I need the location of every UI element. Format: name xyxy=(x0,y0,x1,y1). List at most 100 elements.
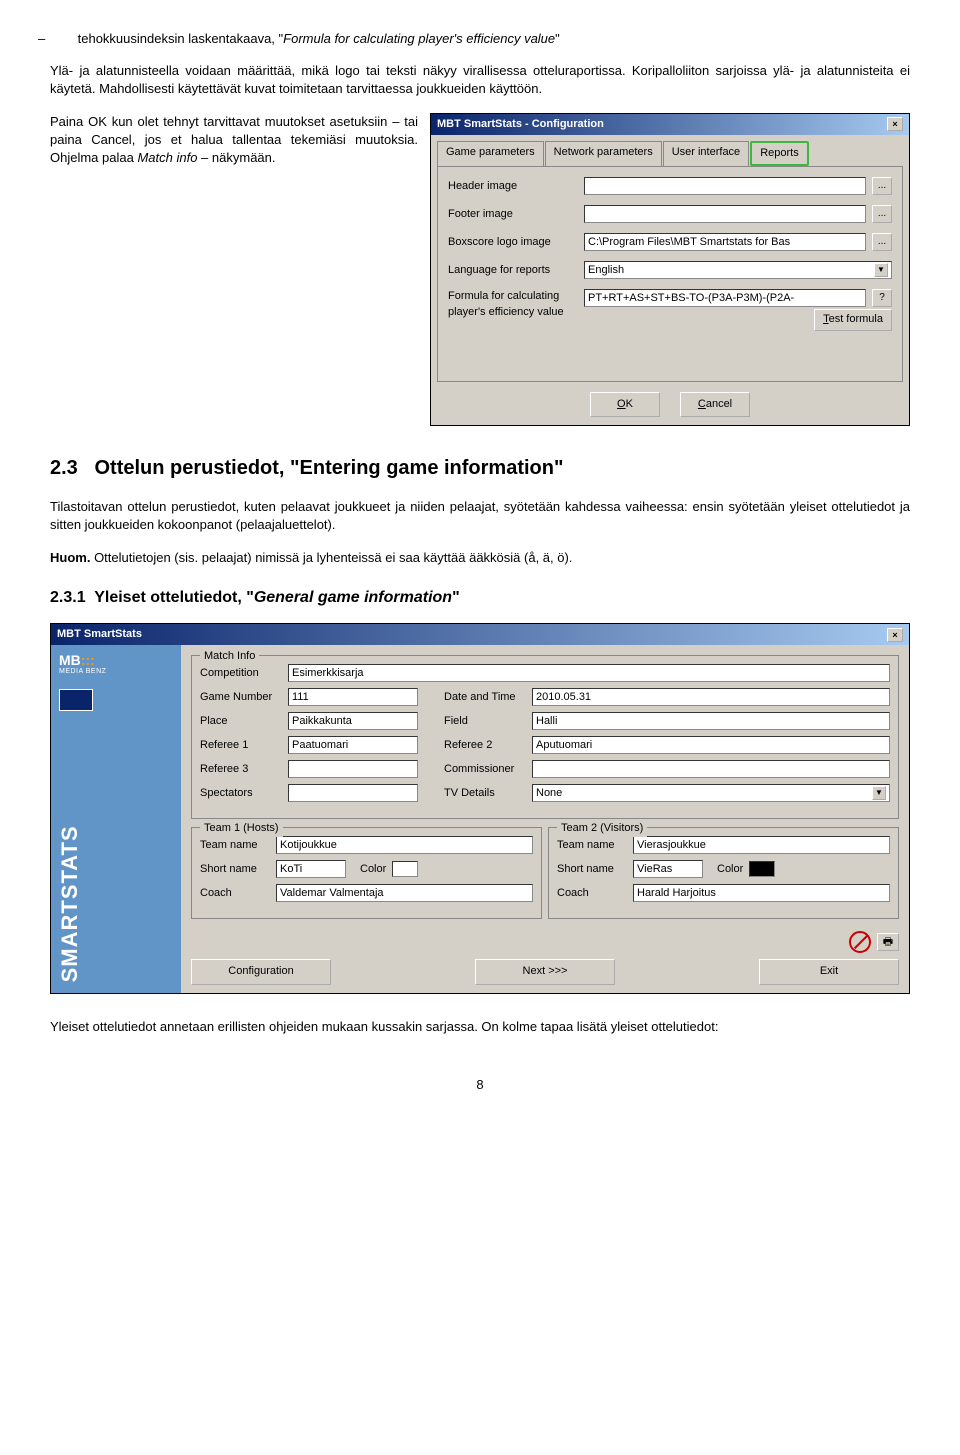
formula-input[interactable] xyxy=(584,289,866,307)
ok-button[interactable]: OK xyxy=(590,392,660,417)
referee1-label: Referee 1 xyxy=(200,738,282,753)
paragraph-2: Paina OK kun olet tehnyt tarvittavat muu… xyxy=(50,113,418,168)
referee1-input[interactable] xyxy=(288,736,418,754)
cancel-button[interactable]: Cancel xyxy=(680,392,750,417)
team2-name-input[interactable] xyxy=(633,836,890,854)
paragraph-4: Yleiset ottelutiedot annetaan erillisten… xyxy=(50,1018,910,1036)
referee3-input[interactable] xyxy=(288,760,418,778)
exit-button[interactable]: Exit xyxy=(759,959,899,984)
titlebar: MBT SmartStats × xyxy=(51,624,909,645)
language-select-value: English xyxy=(588,263,624,278)
section-heading-2-3-1: 2.3.1 Yleiset ottelutiedot, "General gam… xyxy=(50,587,910,609)
header-image-label: Header image xyxy=(448,179,578,194)
match-info-legend: Match Info xyxy=(200,649,259,664)
paragraph-2b: Match info – xyxy=(137,150,208,165)
boxscore-image-label: Boxscore logo image xyxy=(448,235,578,250)
tv-details-select[interactable]: None ▼ xyxy=(532,784,890,802)
note-label: Huom. xyxy=(50,550,90,565)
next-button[interactable]: Next >>> xyxy=(475,959,615,984)
dialog-main: Match Info Competition Game Number Date … xyxy=(181,645,909,992)
footer-image-input[interactable] xyxy=(584,205,866,223)
team2-coach-label: Coach xyxy=(557,886,627,901)
sidebar-vertical-text: SMARTSTATS xyxy=(55,735,86,982)
tab-user-interface[interactable]: User interface xyxy=(663,141,749,166)
team1-name-input[interactable] xyxy=(276,836,533,854)
team2-name-label: Team name xyxy=(557,838,627,853)
team2-legend: Team 2 (Visitors) xyxy=(557,821,647,836)
footer-image-browse-button[interactable]: ... xyxy=(872,205,892,223)
close-icon[interactable]: × xyxy=(887,117,903,131)
team2-short-label: Short name xyxy=(557,862,627,877)
paragraph-1: Ylä- ja alatunnisteella voidaan määrittä… xyxy=(50,62,910,98)
tab-network-parameters[interactable]: Network parameters xyxy=(545,141,662,166)
team1-coach-input[interactable] xyxy=(276,884,533,902)
commissioner-label: Commissioner xyxy=(444,762,526,777)
team1-short-label: Short name xyxy=(200,862,270,877)
bullet-text-italic: Formula for calculating player's efficie… xyxy=(283,31,555,46)
formula-help-button[interactable]: ? xyxy=(872,289,892,307)
team1-color-swatch[interactable] xyxy=(392,861,418,877)
titlebar: MBT SmartStats - Configuration × xyxy=(431,114,909,135)
configuration-button[interactable]: Configuration xyxy=(191,959,331,984)
tab-strip: Game parameters Network parameters User … xyxy=(437,141,903,166)
tab-reports[interactable]: Reports xyxy=(750,141,809,166)
game-number-label: Game Number xyxy=(200,690,282,705)
team1-short-input[interactable] xyxy=(276,860,346,878)
dash-marker: – xyxy=(56,30,74,48)
sidebar-vtxt-main: SMARTSTATS xyxy=(57,826,82,983)
section-number: 2.3 xyxy=(50,457,78,479)
competition-input[interactable] xyxy=(288,664,890,682)
footer-image-label: Footer image xyxy=(448,207,578,222)
team2-coach-input[interactable] xyxy=(633,884,890,902)
language-select[interactable]: English ▼ xyxy=(584,261,892,279)
boxscore-image-browse-button[interactable]: ... xyxy=(872,233,892,251)
bullet-text-plain-end: " xyxy=(555,31,560,46)
formula-label: Formula for calculating player's efficie… xyxy=(448,289,578,320)
date-time-input[interactable] xyxy=(532,688,890,706)
team2-color-swatch[interactable] xyxy=(749,861,775,877)
team2-short-input[interactable] xyxy=(633,860,703,878)
dialog-title: MBT SmartStats - Configuration xyxy=(437,117,604,132)
bullet-item: – tehokkuusindeksin laskentakaava, "Form… xyxy=(50,30,910,48)
mb-subtext: MEDIA BENZ xyxy=(59,667,106,677)
paragraph-2c: näkymään. xyxy=(212,150,276,165)
tv-details-value: None xyxy=(536,786,562,801)
paragraph-3: Tilastoitavan ottelun perustiedot, kuten… xyxy=(50,498,910,534)
page-number: 8 xyxy=(50,1076,910,1094)
team1-color-label: Color xyxy=(360,862,386,877)
tv-details-label: TV Details xyxy=(444,786,526,801)
referee2-input[interactable] xyxy=(532,736,890,754)
printer-icon[interactable]: 🖶 xyxy=(877,933,899,951)
section-heading-2-3: 2.3 Ottelun perustiedot, "Entering game … xyxy=(50,454,910,482)
note-paragraph: Huom. Ottelutietojen (sis. pelaajat) nim… xyxy=(50,549,910,567)
spectators-input[interactable] xyxy=(288,784,418,802)
commissioner-input[interactable] xyxy=(532,760,890,778)
chevron-down-icon: ▼ xyxy=(872,786,886,800)
header-image-browse-button[interactable]: ... xyxy=(872,177,892,195)
team2-color-label: Color xyxy=(717,862,743,877)
subsection-title-italic: General game information xyxy=(254,589,452,606)
section-title: Ottelun perustiedot, "Entering game info… xyxy=(94,457,563,479)
place-label: Place xyxy=(200,714,282,729)
language-label: Language for reports xyxy=(448,263,578,278)
smartstats-dialog: MBT SmartStats × MB::: MEDIA BENZ SMARTS… xyxy=(50,623,910,994)
header-image-input[interactable] xyxy=(584,177,866,195)
tab-game-parameters[interactable]: Game parameters xyxy=(437,141,544,166)
field-label: Field xyxy=(444,714,526,729)
forbidden-icon xyxy=(849,931,871,953)
close-icon[interactable]: × xyxy=(887,628,903,642)
tab-panel: Header image ... Footer image ... Boxsco… xyxy=(437,166,903,381)
game-number-input[interactable] xyxy=(288,688,418,706)
dialog-title: MBT SmartStats xyxy=(57,627,142,642)
boxscore-image-input[interactable] xyxy=(584,233,866,251)
configuration-dialog: MBT SmartStats - Configuration × Game pa… xyxy=(430,113,910,427)
team1-legend: Team 1 (Hosts) xyxy=(200,821,283,836)
field-input[interactable] xyxy=(532,712,890,730)
competition-label: Competition xyxy=(200,666,282,681)
place-input[interactable] xyxy=(288,712,418,730)
subsection-number: 2.3.1 xyxy=(50,589,86,606)
test-formula-button[interactable]: Test formula xyxy=(814,309,892,330)
team1-group: Team 1 (Hosts) Team name Short name Colo… xyxy=(191,827,542,919)
team1-name-label: Team name xyxy=(200,838,270,853)
test-formula-rest: est formula xyxy=(829,313,883,325)
